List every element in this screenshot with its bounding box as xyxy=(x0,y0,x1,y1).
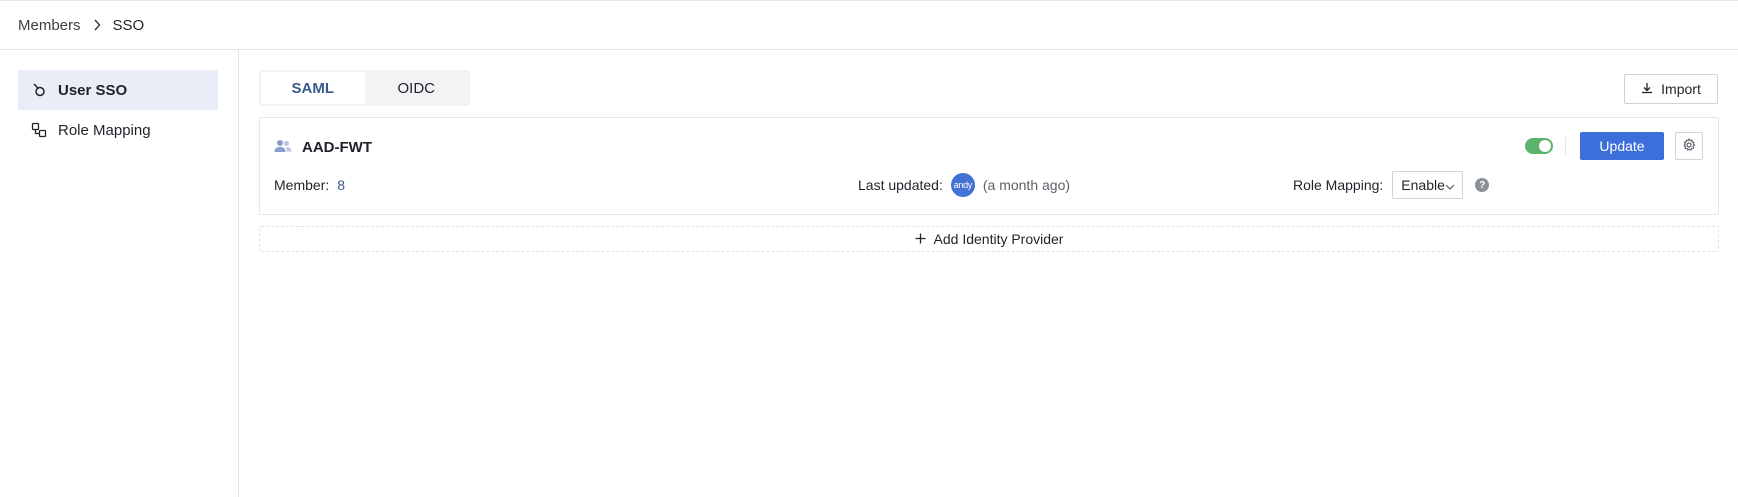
main-content: SAML OIDC Import AAD-FWT Update Member: … xyxy=(240,50,1738,497)
protocol-tabs: SAML OIDC xyxy=(259,70,470,106)
member-info: Member: 8 xyxy=(274,171,345,199)
chevron-down-icon xyxy=(1445,177,1455,193)
provider-name: AAD-FWT xyxy=(302,138,372,156)
provider-enabled-toggle[interactable] xyxy=(1525,138,1553,154)
role-mapping-label: Role Mapping: xyxy=(1293,177,1384,193)
breadcrumb-members-link[interactable]: Members xyxy=(18,17,81,34)
breadcrumb: Members SSO xyxy=(0,0,1738,50)
import-button-label: Import xyxy=(1661,81,1701,97)
role-mapping-icon xyxy=(30,121,48,139)
tab-oidc[interactable]: OIDC xyxy=(365,72,469,104)
help-icon[interactable]: ? xyxy=(1475,178,1490,192)
import-button[interactable]: Import xyxy=(1624,74,1718,104)
divider xyxy=(1565,137,1566,155)
chevron-right-icon xyxy=(93,19,101,31)
update-button[interactable]: Update xyxy=(1580,132,1664,160)
plus-icon xyxy=(915,231,926,247)
last-updated-relative: (a month ago) xyxy=(982,177,1071,193)
settings-button[interactable] xyxy=(1675,132,1703,160)
add-identity-provider-button[interactable]: Add Identity Provider xyxy=(259,226,1719,252)
provider-title: AAD-FWT xyxy=(274,138,372,156)
sidebar-item-label: Role Mapping xyxy=(58,121,151,139)
download-icon xyxy=(1641,81,1653,97)
breadcrumb-current: SSO xyxy=(112,16,145,34)
member-count-link[interactable]: 8 xyxy=(337,177,345,193)
user-sso-icon xyxy=(30,81,48,99)
role-mapping-value: Enable xyxy=(1401,177,1445,193)
last-updated-info: Last updated: andy (a month ago) xyxy=(858,171,1070,199)
tab-saml[interactable]: SAML xyxy=(261,72,365,104)
sidebar-item-role-mapping[interactable]: Role Mapping xyxy=(18,110,218,150)
gear-icon xyxy=(1682,137,1696,155)
sidebar-item-label: User SSO xyxy=(58,81,128,99)
avatar: andy xyxy=(950,173,975,197)
role-mapping-info: Role Mapping: Enable ? xyxy=(1293,171,1490,199)
users-group-icon xyxy=(274,138,292,156)
sidebar-item-user-sso[interactable]: User SSO xyxy=(18,70,218,110)
member-label: Member: xyxy=(274,177,330,193)
add-identity-provider-label: Add Identity Provider xyxy=(933,231,1064,247)
last-updated-label: Last updated: xyxy=(858,177,943,193)
identity-provider-card: AAD-FWT Update Member: 8 Last updated: a… xyxy=(259,117,1719,215)
role-mapping-select[interactable]: Enable xyxy=(1392,171,1464,199)
sidebar: User SSO Role Mapping xyxy=(0,50,239,497)
